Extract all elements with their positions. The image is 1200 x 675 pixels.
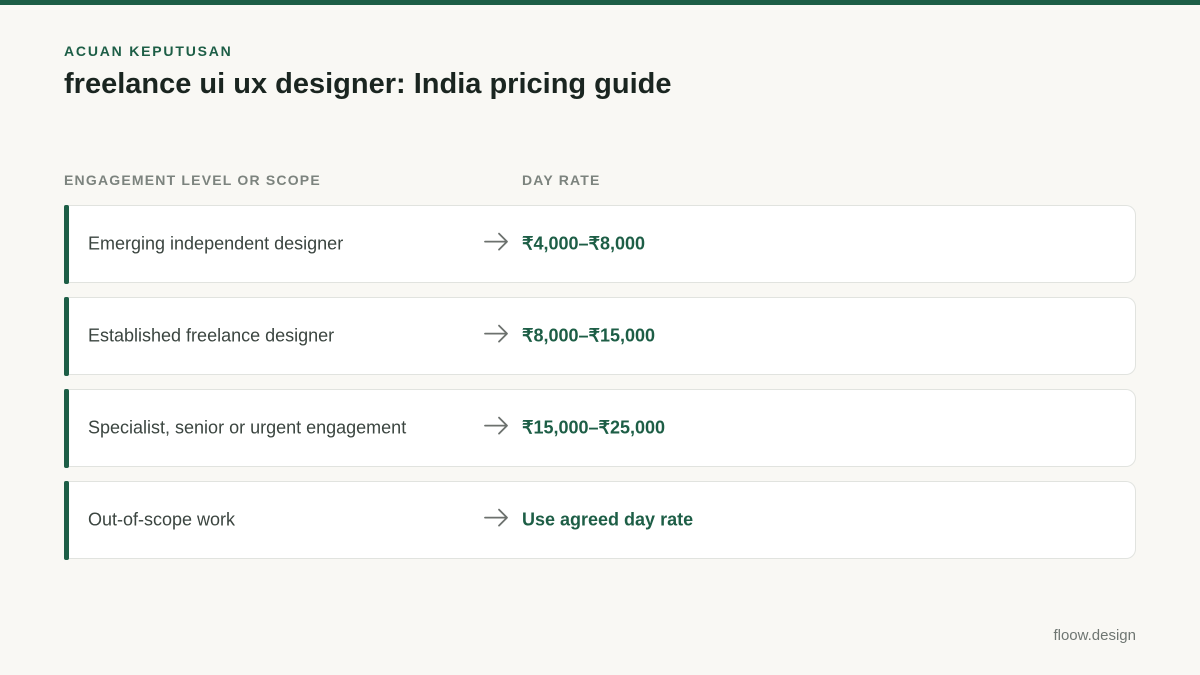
arrow-right-icon	[484, 324, 510, 344]
row-accent-bar	[64, 296, 69, 376]
arrow-right-icon	[484, 508, 510, 528]
arrow-right-icon	[484, 416, 510, 436]
row-accent-bar	[64, 388, 69, 468]
row-accent-bar	[64, 480, 69, 560]
pricing-row: Specialist, senior or urgent engagement …	[64, 388, 1136, 468]
row-accent-bar	[64, 204, 69, 284]
row-rate-value: ₹8,000–₹15,000	[522, 325, 656, 346]
row-rate-value: ₹15,000–₹25,000	[522, 417, 666, 438]
page-title: freelance ui ux designer: India pricing …	[64, 68, 672, 100]
pricing-row: Out-of-scope work Use agreed day rate	[64, 480, 1136, 560]
pricing-table: Emerging independent designer ₹4,000–₹8,…	[64, 204, 1136, 573]
row-rate-value: ₹4,000–₹8,000	[522, 233, 646, 254]
row-scope-label: Out-of-scope work	[88, 509, 236, 530]
column-header-rate: DAY RATE	[522, 172, 601, 188]
pricing-row: Emerging independent designer ₹4,000–₹8,…	[64, 204, 1136, 284]
column-header-scope: ENGAGEMENT LEVEL OR SCOPE	[64, 172, 321, 188]
row-scope-label: Established freelance designer	[88, 325, 335, 346]
row-scope-label: Emerging independent designer	[88, 233, 344, 254]
row-scope-label: Specialist, senior or urgent engagement	[88, 417, 407, 438]
top-accent-bar	[0, 0, 1200, 5]
arrow-right-icon	[484, 232, 510, 252]
pricing-row: Established freelance designer ₹8,000–₹1…	[64, 296, 1136, 376]
eyebrow-label: ACUAN KEPUTUSAN	[64, 43, 233, 59]
footer-brand: floow.design	[1053, 627, 1136, 644]
row-rate-value: Use agreed day rate	[522, 509, 694, 530]
